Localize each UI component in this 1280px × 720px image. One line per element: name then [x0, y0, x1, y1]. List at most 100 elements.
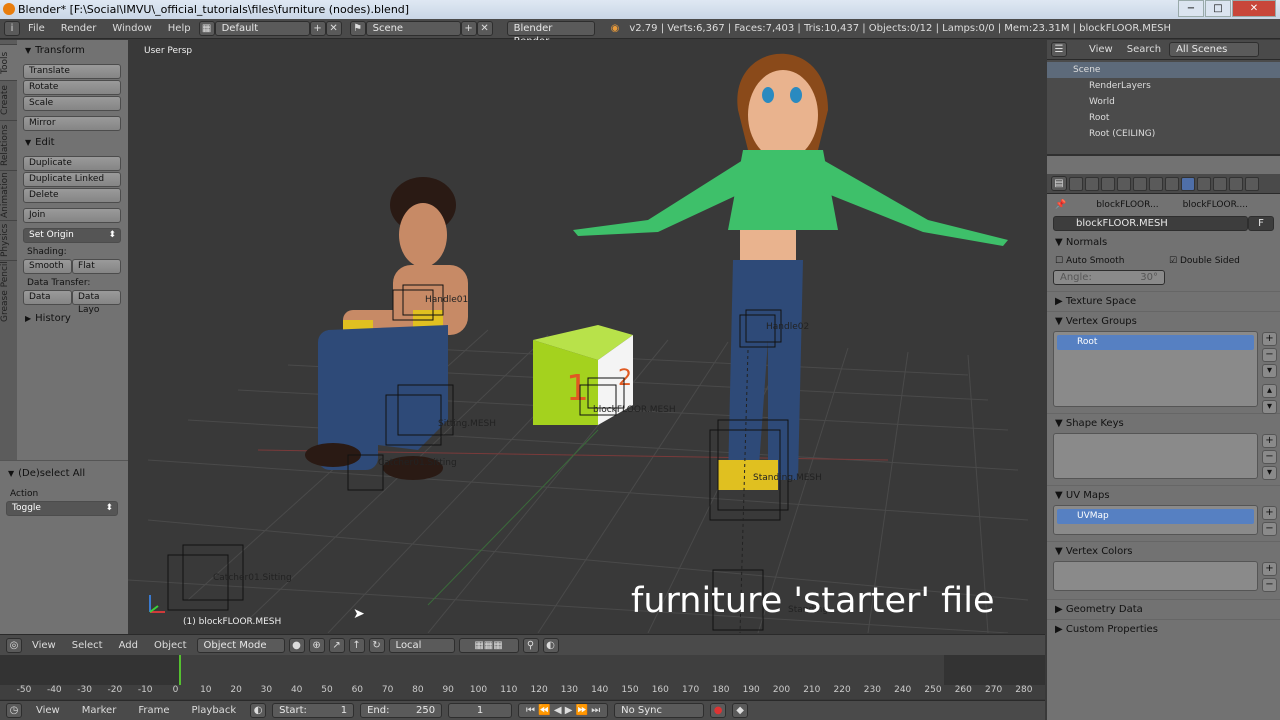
rotate-manipulator-icon[interactable]: ↻: [368, 637, 385, 653]
shape-keys-list[interactable]: + − ▾: [1053, 433, 1277, 480]
outliner-item-root[interactable]: Root: [1047, 110, 1280, 126]
end-frame-field[interactable]: End: 250: [360, 703, 443, 718]
mode-select[interactable]: Object Mode: [196, 637, 285, 653]
menu-add[interactable]: Add: [113, 640, 144, 651]
outliner-menu-search[interactable]: Search: [1121, 44, 1167, 55]
scene-tab-icon[interactable]: [1101, 176, 1115, 191]
tl-menu-marker[interactable]: Marker: [74, 705, 125, 716]
add-uv-map-button[interactable]: +: [1262, 506, 1277, 520]
manipulator-icon[interactable]: ↗: [328, 637, 345, 653]
vertex-groups-header[interactable]: ▼ Vertex Groups: [1047, 311, 1280, 331]
add-vertex-color-button[interactable]: +: [1262, 562, 1277, 576]
tab-physics[interactable]: Physics: [0, 220, 17, 260]
view3d-editor-icon[interactable]: ◎: [6, 637, 22, 653]
timeline[interactable]: -50 -40 -30 -20 -10 0 10 20 30 40 50 60 70 80 90 100 110…: [0, 655, 1045, 699]
remove-vertex-group-button[interactable]: −: [1262, 348, 1277, 362]
join-button[interactable]: Join: [23, 208, 121, 223]
material-tab-icon[interactable]: [1197, 176, 1211, 191]
move-up-button[interactable]: ▴: [1262, 384, 1277, 398]
scale-button[interactable]: Scale: [23, 96, 121, 111]
set-origin-select[interactable]: Set Origin ⬍: [23, 228, 121, 243]
operator-title[interactable]: ▼ (De)select All: [8, 468, 122, 479]
transform-header[interactable]: ▼ Transform: [25, 45, 122, 56]
remove-shape-key-button[interactable]: −: [1262, 450, 1277, 464]
snap-icon[interactable]: ⚲: [522, 637, 539, 653]
tl-menu-view[interactable]: View: [28, 705, 68, 716]
normals-header[interactable]: ▼ Normals: [1047, 233, 1280, 252]
duplicate-button[interactable]: Duplicate: [23, 156, 121, 171]
keying-set-icon[interactable]: ◆: [732, 703, 749, 718]
pivot-icon[interactable]: ⊕: [308, 637, 325, 653]
rotate-button[interactable]: Rotate: [23, 80, 121, 95]
maximize-button[interactable]: □: [1205, 0, 1231, 17]
translate-manipulator-icon[interactable]: ↑: [348, 637, 365, 653]
fake-user-button[interactable]: F: [1248, 216, 1274, 231]
close-button[interactable]: ✕: [1232, 0, 1276, 17]
minimize-button[interactable]: −: [1178, 0, 1204, 17]
add-layout-button[interactable]: +: [309, 21, 326, 36]
menu-render[interactable]: Render: [53, 23, 105, 34]
tab-grease-pencil[interactable]: Grease Pencil: [0, 260, 17, 322]
vertex-groups-list[interactable]: Root + − ▾ ▴ ▾: [1053, 331, 1277, 414]
menu-help[interactable]: Help: [160, 23, 199, 34]
flat-button[interactable]: Flat: [72, 259, 121, 274]
layers-icon[interactable]: ▦▦▦: [458, 637, 519, 653]
outliner-item-renderlayers[interactable]: RenderLayers: [1047, 78, 1280, 94]
current-frame-field[interactable]: 1: [448, 703, 513, 718]
modifiers-tab-icon[interactable]: [1165, 176, 1179, 191]
scene-icon[interactable]: ⚑: [349, 21, 366, 36]
smooth-button[interactable]: Smooth: [23, 259, 72, 274]
outliner-item-scene[interactable]: Scene: [1047, 62, 1280, 78]
shape-keys-header[interactable]: ▼ Shape Keys: [1047, 413, 1280, 433]
screen-layout-icon[interactable]: ▦: [198, 21, 215, 36]
translate-button[interactable]: Translate: [23, 64, 121, 79]
object-tab-icon[interactable]: [1133, 176, 1147, 191]
double-sided-checkbox[interactable]: ☑ Double Sided: [1169, 256, 1240, 266]
tab-create[interactable]: Create: [0, 80, 17, 120]
shading-icon[interactable]: ●: [288, 637, 305, 653]
mesh-name-field[interactable]: blockFLOOR.MESH: [1053, 216, 1248, 231]
tab-animation[interactable]: Animation: [0, 170, 17, 220]
scene-field[interactable]: Scene: [365, 21, 461, 36]
shape-key-specials-button[interactable]: ▾: [1262, 466, 1277, 480]
playback-controls[interactable]: ⏮ ⏪ ◀ ▶ ⏩ ⏭: [518, 703, 609, 718]
render-engine-select[interactable]: Blender Render: [506, 21, 595, 47]
custom-properties-header[interactable]: ▶ Custom Properties: [1047, 619, 1280, 639]
data-layout-button[interactable]: Data Layo: [72, 290, 121, 315]
duplicate-linked-button[interactable]: Duplicate Linked: [23, 172, 121, 187]
texture-tab-icon[interactable]: [1213, 176, 1227, 191]
properties-editor-icon[interactable]: ▤: [1051, 176, 1067, 191]
data-button[interactable]: Data: [23, 290, 72, 305]
uv-maps-list[interactable]: UVMap + −: [1053, 505, 1277, 536]
add-scene-button[interactable]: +: [460, 21, 477, 36]
standing-character[interactable]: [573, 53, 1008, 490]
outliner[interactable]: Scene RenderLayers World Root Root (CEIL…: [1047, 60, 1280, 156]
edit-header[interactable]: ▼ Edit: [25, 137, 122, 148]
menu-select[interactable]: Select: [66, 640, 109, 651]
geometry-data-header[interactable]: ▶ Geometry Data: [1047, 599, 1280, 619]
action-select[interactable]: Toggle ⬍: [6, 501, 118, 516]
outliner-filter-select[interactable]: All Scenes: [1169, 42, 1260, 57]
3d-viewport[interactable]: 1 2 User Persp Handle01 Handle02 blockFL…: [128, 40, 1045, 633]
add-shape-key-button[interactable]: +: [1262, 434, 1277, 448]
render-tab-icon[interactable]: [1069, 176, 1083, 191]
move-down-button[interactable]: ▾: [1262, 400, 1277, 414]
preview-range-icon[interactable]: ◐: [250, 703, 267, 718]
history-header[interactable]: ▶ History: [25, 313, 122, 324]
layers-tab-icon[interactable]: [1085, 176, 1099, 191]
outliner-item-world[interactable]: World: [1047, 94, 1280, 110]
mirror-button[interactable]: Mirror: [23, 116, 121, 131]
menu-view[interactable]: View: [26, 640, 62, 651]
auto-smooth-checkbox[interactable]: ☐ Auto Smooth: [1055, 256, 1169, 266]
tl-menu-frame[interactable]: Frame: [130, 705, 177, 716]
constraints-tab-icon[interactable]: [1149, 176, 1163, 191]
menu-object[interactable]: Object: [148, 640, 193, 651]
outliner-item-root-ceiling[interactable]: Root (CEILING): [1047, 126, 1280, 142]
remove-uv-map-button[interactable]: −: [1262, 522, 1277, 536]
orientation-select[interactable]: Local: [388, 637, 455, 653]
menu-window[interactable]: Window: [104, 23, 159, 34]
tab-relations[interactable]: Relations: [0, 120, 17, 170]
current-frame-marker[interactable]: [179, 655, 181, 685]
world-tab-icon[interactable]: [1117, 176, 1131, 191]
tl-menu-playback[interactable]: Playback: [183, 705, 244, 716]
